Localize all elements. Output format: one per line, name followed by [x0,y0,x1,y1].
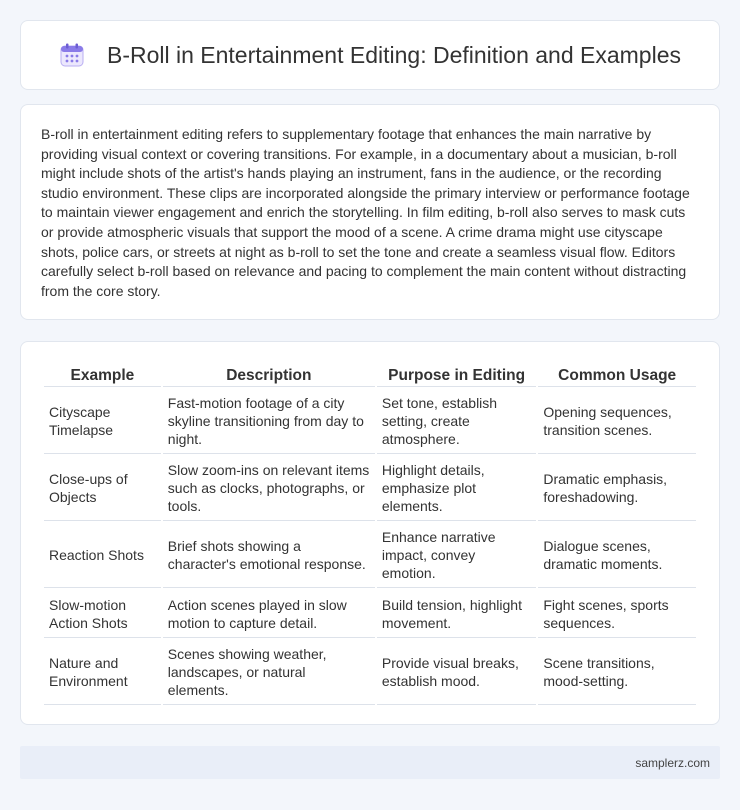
footer: samplerz.com [20,746,720,779]
cell-example: Slow-motion Action Shots [44,590,161,638]
cell-usage: Fight scenes, sports sequences. [538,590,696,638]
page-title: B-Roll in Entertainment Editing: Definit… [106,41,681,68]
calendar-icon [59,42,85,68]
intro-paragraph: B-roll in entertainment editing refers t… [41,126,690,299]
cell-purpose: Build tension, highlight movement. [376,590,537,638]
cell-description: Scenes showing weather, landscapes, or n… [162,640,375,705]
table-header-row: Example Description Purpose in Editing C… [44,364,696,387]
cell-description: Fast-motion footage of a city skyline tr… [162,389,375,454]
cell-purpose: Highlight details, emphasize plot elemen… [376,456,537,521]
table-row: Reaction Shots Brief shots showing a cha… [44,523,696,588]
cell-description: Slow zoom-ins on relevant items such as … [162,456,375,521]
cell-example: Nature and Environment [44,640,161,705]
footer-site-link[interactable]: samplerz.com [635,756,710,770]
cell-usage: Dramatic emphasis, foreshadowing. [538,456,696,521]
table-row: Cityscape Timelapse Fast-motion footage … [44,389,696,454]
cell-description: Brief shots showing a character's emotio… [162,523,375,588]
cell-usage: Opening sequences, transition scenes. [538,389,696,454]
table-row: Slow-motion Action Shots Action scenes p… [44,590,696,638]
cell-description: Action scenes played in slow motion to c… [162,590,375,638]
cell-usage: Dialogue scenes, dramatic moments. [538,523,696,588]
examples-table: Example Description Purpose in Editing C… [42,362,698,707]
table-row: Nature and Environment Scenes showing we… [44,640,696,705]
cell-purpose: Provide visual breaks, establish mood. [376,640,537,705]
table-row: Close-ups of Objects Slow zoom-ins on re… [44,456,696,521]
header-description: Description [162,364,375,387]
header-example: Example [44,364,161,387]
cell-purpose: Set tone, establish setting, create atmo… [376,389,537,454]
cell-usage: Scene transitions, mood-setting. [538,640,696,705]
cell-example: Reaction Shots [44,523,161,588]
intro-card: B-roll in entertainment editing refers t… [20,104,720,320]
cell-purpose: Enhance narrative impact, convey emotion… [376,523,537,588]
table-card: Example Description Purpose in Editing C… [20,341,720,725]
cell-example: Close-ups of Objects [44,456,161,521]
header-purpose: Purpose in Editing [376,364,537,387]
header-usage: Common Usage [538,364,696,387]
cell-example: Cityscape Timelapse [44,389,161,454]
title-card: B-Roll in Entertainment Editing: Definit… [20,20,720,90]
